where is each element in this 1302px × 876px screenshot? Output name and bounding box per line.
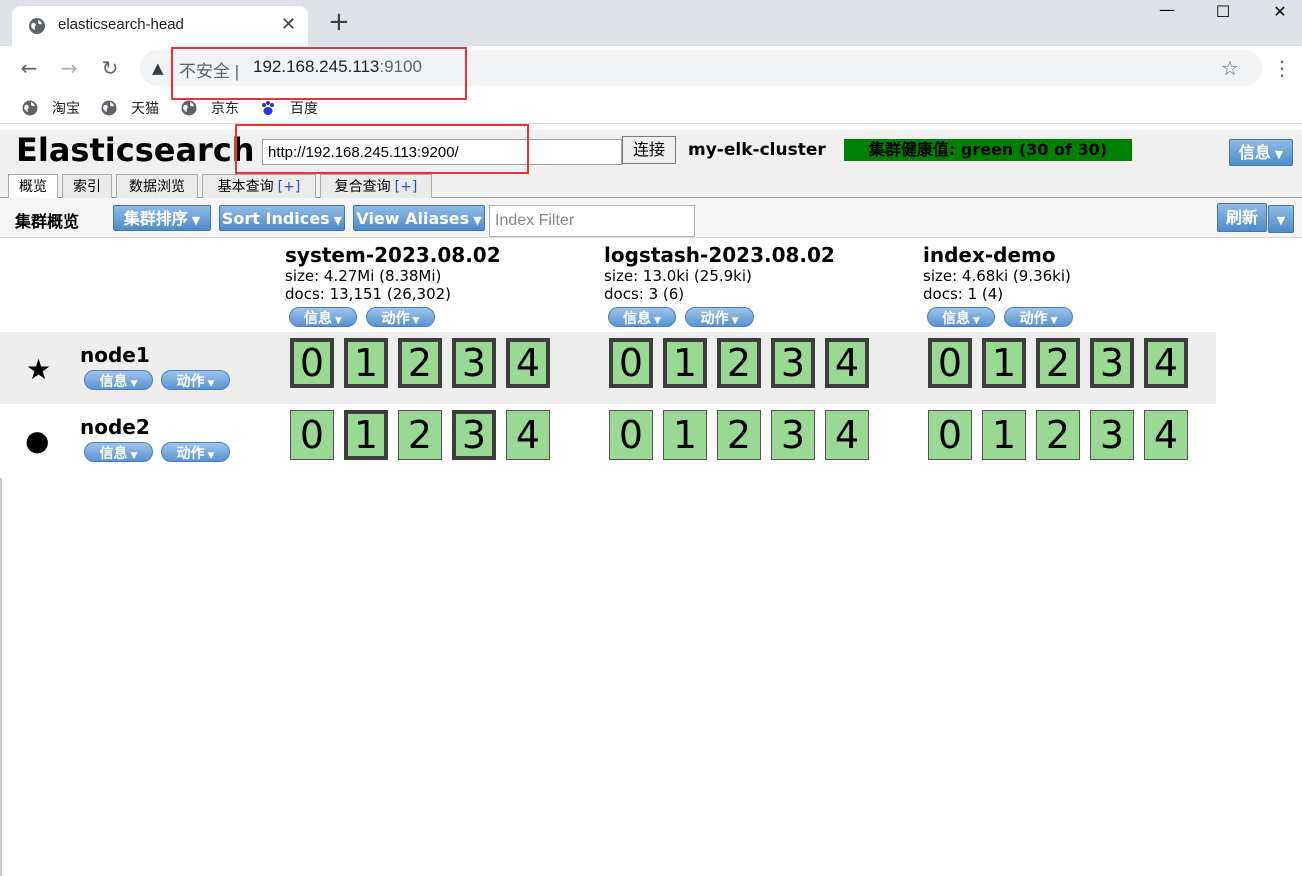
node-row (0, 332, 1216, 404)
primary-shard[interactable]: 3 (1090, 338, 1134, 388)
primary-shard[interactable]: 0 (928, 338, 972, 388)
index-name: system-2023.08.02 (285, 243, 501, 267)
highlight-box (171, 47, 467, 100)
index-info-button[interactable]: 信息 ▼ (289, 307, 357, 327)
refresh-dropdown-button[interactable]: ▼ (1268, 205, 1294, 233)
index-info-button[interactable]: 信息 ▼ (608, 307, 676, 327)
replica-shard[interactable]: 4 (1144, 410, 1188, 460)
window-edge (0, 478, 2, 876)
paw-icon (262, 101, 274, 115)
node-info-button[interactable]: 信息 ▼ (84, 370, 153, 390)
primary-shard[interactable]: 4 (506, 338, 550, 388)
bookmark-star-icon[interactable]: ☆ (1221, 56, 1239, 80)
bookmark-baidu[interactable]: 百度 (260, 98, 318, 118)
globe-icon (29, 18, 45, 34)
cluster-health-badge: 集群健康值: green (30 of 30) (844, 139, 1132, 161)
warning-icon: ▲ (152, 59, 164, 77)
replica-shard[interactable]: 1 (982, 410, 1026, 460)
refresh-button[interactable]: 刷新 (1217, 203, 1267, 232)
index-docs: docs: 1 (4) (923, 285, 1004, 303)
replica-shard[interactable]: 0 (290, 410, 334, 460)
replica-shard[interactable]: 4 (825, 410, 869, 460)
primary-shard[interactable]: 2 (1036, 338, 1080, 388)
tab-compound-query[interactable]: 复合查询 [+] (320, 174, 432, 198)
node-name: node2 (80, 415, 150, 439)
primary-shard[interactable]: 2 (717, 338, 761, 388)
maximize-icon[interactable]: ☐ (1208, 2, 1238, 22)
replica-shard[interactable]: 0 (609, 410, 653, 460)
tab-indices[interactable]: 索引 (62, 174, 112, 198)
window-close-icon[interactable]: ✕ (1265, 2, 1295, 22)
app-title: Elasticsearch (16, 131, 255, 169)
tab-overview[interactable]: 概览 (8, 174, 58, 199)
replica-shard[interactable]: 3 (1090, 410, 1134, 460)
primary-shard[interactable]: 1 (663, 338, 707, 388)
chevron-down-icon: ▼ (1276, 214, 1286, 227)
cluster-name: my-elk-cluster (688, 140, 826, 160)
forward-icon[interactable]: → (56, 56, 82, 82)
minimize-icon[interactable]: — (1152, 0, 1182, 20)
node-action-button[interactable]: 动作 ▼ (161, 442, 230, 462)
master-star-icon: ★ (26, 353, 52, 386)
info-menu-button[interactable]: 信息 ▼ (1229, 139, 1293, 166)
overview-label: 集群概览 (15, 212, 80, 231)
replica-shard[interactable]: 2 (717, 410, 761, 460)
globe-icon (22, 100, 38, 116)
index-size: size: 4.27Mi (8.38Mi) (285, 267, 442, 285)
tab-basic-query[interactable]: 基本查询 [+] (202, 174, 316, 198)
primary-shard[interactable]: 2 (398, 338, 442, 388)
index-action-button[interactable]: 动作 ▼ (1004, 307, 1073, 327)
sort-indices-button[interactable]: Sort Indices ▼ (219, 205, 345, 231)
replica-shard[interactable]: 4 (506, 410, 550, 460)
index-name: index-demo (923, 243, 1056, 267)
replica-shard[interactable]: 1 (663, 410, 707, 460)
primary-shard[interactable]: 1 (982, 338, 1026, 388)
highlight-box (235, 124, 529, 174)
replica-shard[interactable]: 2 (398, 410, 442, 460)
index-size: size: 13.0ki (25.9ki) (604, 267, 752, 285)
globe-icon (101, 100, 117, 116)
tab-title: elasticsearch-head (58, 16, 184, 33)
primary-shard[interactable]: 3 (771, 338, 815, 388)
index-size: size: 4.68ki (9.36ki) (923, 267, 1071, 285)
index-docs: docs: 3 (6) (604, 285, 685, 303)
primary-shard[interactable]: 4 (825, 338, 869, 388)
primary-shard[interactable]: 1 (344, 338, 388, 388)
close-icon[interactable]: ✕ (281, 14, 296, 36)
node-info-button[interactable]: 信息 ▼ (84, 442, 153, 462)
browser-menu-icon[interactable]: ⋮ (1272, 56, 1292, 80)
new-tab-icon[interactable]: + (328, 8, 350, 36)
back-icon[interactable]: ← (16, 56, 42, 82)
primary-shard[interactable]: 0 (609, 338, 653, 388)
index-filter-input[interactable] (489, 205, 695, 237)
view-aliases-button[interactable]: View Aliases ▼ (353, 205, 485, 231)
replica-shard[interactable]: 2 (1036, 410, 1080, 460)
bookmark-taobao[interactable]: 淘宝 (22, 98, 80, 118)
index-info-button[interactable]: 信息 ▼ (927, 307, 995, 327)
primary-shard[interactable]: 4 (1144, 338, 1188, 388)
bookmark-jd[interactable]: 京东 (181, 98, 239, 118)
node-name: node1 (80, 343, 150, 367)
node-dot-icon: ● (25, 424, 50, 457)
primary-shard[interactable]: 3 (452, 338, 496, 388)
replica-shard[interactable]: 0 (928, 410, 972, 460)
index-action-button[interactable]: 动作 ▼ (366, 307, 435, 327)
replica-shard[interactable]: 3 (771, 410, 815, 460)
tab-browser[interactable]: 数据浏览 (116, 174, 198, 198)
index-action-button[interactable]: 动作 ▼ (685, 307, 754, 327)
cluster-sort-button[interactable]: 集群排序 ▼ (113, 205, 211, 231)
primary-shard[interactable]: 3 (452, 410, 496, 460)
bookmark-tmall[interactable]: 天猫 (101, 98, 159, 118)
primary-shard[interactable]: 0 (290, 338, 334, 388)
node-action-button[interactable]: 动作 ▼ (161, 370, 230, 390)
index-name: logstash-2023.08.02 (604, 243, 835, 267)
primary-shard[interactable]: 1 (344, 410, 388, 460)
globe-icon (181, 100, 197, 116)
reload-icon[interactable]: ↻ (97, 56, 123, 82)
connect-button[interactable]: 连接 (622, 136, 676, 164)
browser-tab[interactable]: elasticsearch-head ✕ (12, 6, 308, 46)
index-docs: docs: 13,151 (26,302) (285, 285, 452, 303)
